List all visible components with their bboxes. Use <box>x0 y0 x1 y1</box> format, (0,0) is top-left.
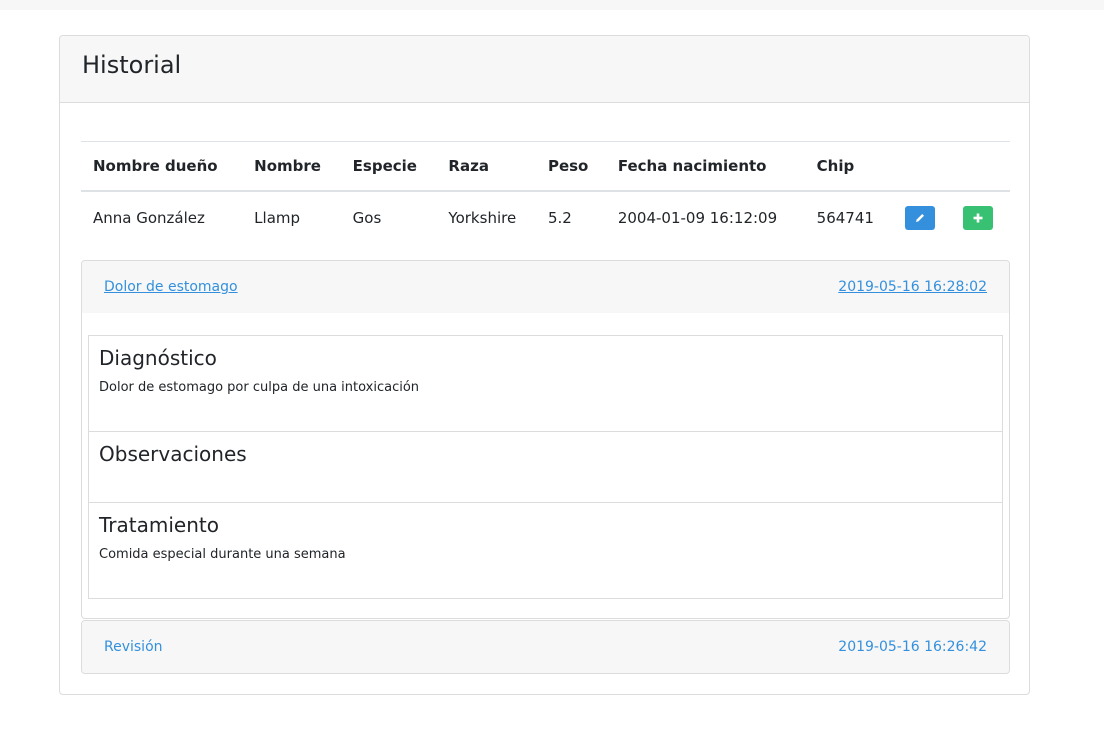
history-entry-expanded: Dolor de estomago 2019-05-16 16:28:02 Di… <box>81 260 1010 619</box>
column-header-actions-edit <box>892 141 952 192</box>
treatment-section: Tratamiento Comida especial durante una … <box>88 502 1003 599</box>
column-header-species: Especie <box>340 141 437 192</box>
page-title: Historial <box>82 51 182 79</box>
observations-section: Observaciones <box>88 431 1003 503</box>
observations-title: Observaciones <box>99 442 247 466</box>
card-header: Historial <box>60 36 1029 103</box>
cell-species: Gos <box>352 208 382 227</box>
history-entry-reason-link[interactable]: Dolor de estomago <box>104 279 238 295</box>
top-bar <box>0 0 1104 10</box>
column-header-actions-add <box>951 141 1010 192</box>
plus-icon <box>973 213 983 222</box>
column-header-chip: Chip <box>804 141 893 192</box>
edit-button[interactable] <box>904 205 935 230</box>
history-card: Historial Nombre dueño Nombre Especie Ra… <box>59 35 1030 695</box>
cell-chip: 564741 <box>816 208 874 227</box>
treatment-text: Comida especial durante una semana <box>99 547 346 562</box>
column-header-breed: Raza <box>436 141 536 192</box>
cell-breed: Yorkshire <box>448 208 517 227</box>
history-entry-header[interactable]: Revisión 2019-05-16 16:26:42 <box>82 621 1009 673</box>
cell-birth-date: 2004-01-09 16:12:09 <box>617 208 778 227</box>
pet-table: Nombre dueño Nombre Especie Raza Peso Fe… <box>81 141 1010 244</box>
diagnosis-title: Diagnóstico <box>99 346 217 370</box>
column-header-owner: Nombre dueño <box>81 141 243 192</box>
column-header-birth-date: Fecha nacimiento <box>605 141 805 192</box>
history-entry-collapsed: Revisión 2019-05-16 16:26:42 <box>81 620 1010 674</box>
cell-weight: 5.2 <box>547 208 572 227</box>
column-header-weight: Peso <box>535 141 606 192</box>
cell-edit <box>893 191 952 244</box>
cell-owner: Anna González <box>93 208 205 227</box>
column-header-name: Nombre <box>242 141 341 192</box>
diagnosis-section: Diagnóstico Dolor de estomago por culpa … <box>88 335 1003 432</box>
table-row: Anna González Llamp Gos Yorkshire 5.2 20… <box>81 191 1010 244</box>
cell-add <box>951 191 1010 244</box>
treatment-title: Tratamiento <box>99 513 219 537</box>
history-entry-date-link[interactable]: 2019-05-16 16:28:02 <box>838 279 987 295</box>
add-button[interactable] <box>963 205 994 230</box>
history-entry-reason-link[interactable]: Revisión <box>104 639 163 655</box>
diagnosis-text: Dolor de estomago por culpa de una intox… <box>99 380 420 395</box>
pencil-icon <box>915 213 924 222</box>
cell-name: Llamp <box>254 208 301 227</box>
history-entry-date-link[interactable]: 2019-05-16 16:26:42 <box>838 639 987 655</box>
table-header-row: Nombre dueño Nombre Especie Raza Peso Fe… <box>81 141 1010 192</box>
history-entry-header[interactable]: Dolor de estomago 2019-05-16 16:28:02 <box>82 261 1009 313</box>
